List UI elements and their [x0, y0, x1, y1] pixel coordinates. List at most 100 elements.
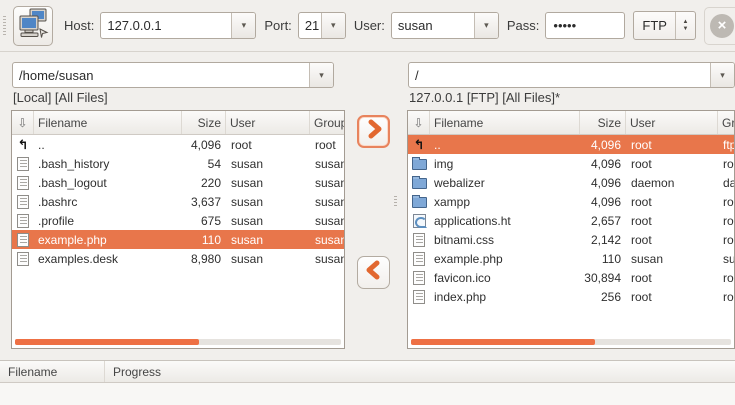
file-user: root — [226, 138, 310, 152]
remote-path-input[interactable]: / — [409, 63, 710, 87]
host-input[interactable]: 127.0.0.1 — [101, 13, 231, 38]
stop-button[interactable]: × — [704, 7, 735, 45]
spinner-down-icon: ▼ — [682, 26, 688, 33]
filename-column-header[interactable]: Filename — [34, 111, 182, 134]
file-size: 220 — [182, 176, 226, 190]
file-row-selected[interactable]: ↰ .. 4,096 root ftp — [408, 135, 734, 154]
file-group: susan — [310, 233, 344, 247]
file-name: bitnami.css — [430, 233, 580, 247]
folder-icon — [408, 176, 430, 189]
protocol-selector[interactable]: FTP ▲ ▼ — [633, 11, 696, 40]
file-row[interactable]: examples.desk 8,980 susan susan — [12, 249, 344, 268]
file-size: 675 — [182, 214, 226, 228]
size-column-header[interactable]: Size — [182, 111, 226, 134]
group-column-header[interactable]: Group — [718, 111, 735, 134]
filename-column-header[interactable]: Filename — [430, 111, 580, 134]
download-button[interactable] — [357, 256, 390, 289]
file-row[interactable]: applications.ht 2,657 root root — [408, 211, 734, 230]
file-row[interactable]: bitnami.css 2,142 root root — [408, 230, 734, 249]
file-user: root — [626, 214, 718, 228]
file-size: 4,096 — [580, 157, 626, 171]
file-row[interactable]: index.php 256 root root — [408, 287, 734, 306]
file-row[interactable]: .bash_logout 220 susan susan — [12, 173, 344, 192]
user-column-header[interactable]: User — [626, 111, 718, 134]
file-size: 110 — [580, 252, 626, 266]
port-dropdown-button[interactable]: ▾ — [321, 13, 345, 38]
file-icon — [408, 290, 430, 304]
local-path-dropdown-button[interactable]: ▾ — [309, 63, 333, 87]
file-size: 4,096 — [182, 138, 226, 152]
file-group: ftp — [718, 138, 734, 152]
file-row[interactable]: xampp 4,096 root root — [408, 192, 734, 211]
file-row[interactable]: .bashrc 3,637 susan susan — [12, 192, 344, 211]
spinner-up-icon: ▲ — [682, 19, 688, 26]
file-row[interactable]: favicon.ico 30,894 root root — [408, 268, 734, 287]
file-user: root — [626, 233, 718, 247]
file-row[interactable]: ↰ .. 4,096 root root — [12, 135, 344, 154]
toolbar-grip[interactable] — [3, 16, 6, 35]
file-name: .bashrc — [34, 195, 182, 209]
remote-path-dropdown-button[interactable]: ▾ — [710, 63, 734, 87]
queue-filename-column-header[interactable]: Filename — [0, 361, 105, 382]
protocol-value: FTP — [634, 12, 675, 39]
local-list-header: ⇩ Filename Size User Group — [12, 111, 344, 135]
file-group: susan — [310, 176, 344, 190]
protocol-spinner[interactable]: ▲ ▼ — [675, 12, 695, 39]
local-horizontal-scrollbar[interactable] — [15, 339, 341, 345]
file-size: 2,657 — [580, 214, 626, 228]
file-name: examples.desk — [34, 252, 182, 266]
file-icon — [12, 233, 34, 247]
host-dropdown-button[interactable]: ▾ — [231, 13, 255, 38]
transfer-queue-header: Filename Progress — [0, 360, 735, 383]
file-size: 256 — [580, 290, 626, 304]
user-label: User: — [354, 18, 385, 33]
file-user: root — [626, 195, 718, 209]
file-size: 54 — [182, 157, 226, 171]
file-name: applications.ht — [430, 214, 580, 228]
scrollbar-thumb[interactable] — [411, 339, 595, 345]
file-icon — [12, 157, 34, 171]
pane-splitter-grip[interactable] — [394, 196, 397, 208]
file-size: 4,096 — [580, 176, 626, 190]
file-row[interactable]: example.php 110 susan susan — [408, 249, 734, 268]
sort-column-header[interactable]: ⇩ — [408, 111, 430, 134]
password-input[interactable]: ••••• — [545, 12, 625, 39]
file-user: root — [626, 138, 718, 152]
file-group: root — [718, 157, 734, 171]
computers-connect-icon — [17, 8, 49, 43]
file-user: susan — [226, 252, 310, 266]
scrollbar-thumb[interactable] — [15, 339, 199, 345]
file-size: 4,096 — [580, 138, 626, 152]
file-row-selected[interactable]: example.php 110 susan susan — [12, 230, 344, 249]
remote-horizontal-scrollbar[interactable] — [411, 339, 731, 345]
size-column-header[interactable]: Size — [580, 111, 626, 134]
up-directory-icon: ↰ — [12, 138, 34, 151]
pass-label: Pass: — [507, 18, 540, 33]
file-row[interactable]: img 4,096 root root — [408, 154, 734, 173]
file-icon — [12, 252, 34, 266]
sort-column-header[interactable]: ⇩ — [12, 111, 34, 134]
user-column-header[interactable]: User — [226, 111, 310, 134]
transfer-queue-list[interactable] — [0, 383, 735, 405]
queue-progress-column-header[interactable]: Progress — [105, 361, 735, 382]
gftp-window: Host: 127.0.0.1 ▾ Port: 21 ▾ User: susan… — [0, 0, 735, 405]
file-user: susan — [226, 176, 310, 190]
file-size: 110 — [182, 233, 226, 247]
dropdown-arrow-icon: ▾ — [319, 70, 324, 81]
folder-icon — [408, 157, 430, 170]
file-row[interactable]: .profile 675 susan susan — [12, 211, 344, 230]
file-row[interactable]: .bash_history 54 susan susan — [12, 154, 344, 173]
user-input[interactable]: susan — [392, 13, 474, 38]
password-dots: ••••• — [553, 18, 576, 33]
upload-button[interactable] — [357, 115, 390, 148]
file-group: susan — [310, 214, 344, 228]
connect-button[interactable] — [13, 6, 53, 46]
group-column-header[interactable]: Group — [310, 111, 345, 134]
port-input[interactable]: 21 — [299, 13, 321, 38]
local-path-input[interactable]: /home/susan — [13, 63, 309, 87]
file-user: susan — [226, 157, 310, 171]
file-row[interactable]: webalizer 4,096 daemon daemon — [408, 173, 734, 192]
remote-file-list: ⇩ Filename Size User Group ↰ .. 4,096 ro… — [407, 110, 735, 349]
user-dropdown-button[interactable]: ▾ — [474, 13, 498, 38]
file-group: susan — [718, 252, 734, 266]
